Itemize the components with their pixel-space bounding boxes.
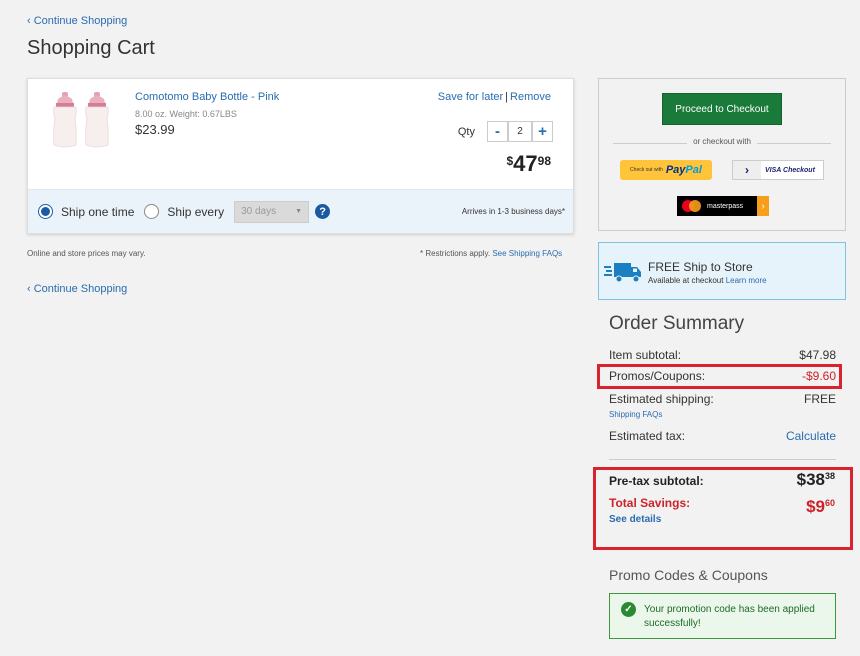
paypal-logo-pal: Pal <box>685 164 702 176</box>
help-icon[interactable]: ? <box>315 204 331 219</box>
qty-increase-button[interactable]: + <box>532 121 553 142</box>
shipping-label: Estimated shipping: <box>609 392 714 406</box>
item-subtotal-row: Item subtotal: $47.98 <box>609 348 836 362</box>
restrictions-note: * Restrictions apply. See Shipping FAQs <box>420 249 562 258</box>
arrival-estimate: Arrives in 1-3 business days* <box>461 207 565 216</box>
remove-link[interactable]: Remove <box>510 91 551 103</box>
shipping-value: FREE <box>803 392 836 406</box>
ship-every-radio[interactable] <box>144 204 160 219</box>
tax-row: Estimated tax: Calculate <box>609 429 836 443</box>
proceed-to-checkout-button[interactable]: Proceed to Checkout <box>662 93 782 125</box>
pretax-highlight-box <box>593 467 853 550</box>
ship-to-store-title: FREE Ship to Store <box>648 260 753 274</box>
calculate-tax-link[interactable]: Calculate <box>786 429 836 443</box>
promo-success-alert: ✓ Your promotion code has been applied s… <box>609 593 836 639</box>
ship-one-time-radio[interactable] <box>38 204 53 219</box>
mastercard-logo-icon <box>682 200 704 212</box>
item-subtotal-label: Item subtotal: <box>609 348 682 362</box>
arrow-right-icon: › <box>757 196 769 216</box>
ship-to-store-subtitle: Available at checkout Learn more <box>648 276 767 285</box>
baby-bottle-icon[interactable] <box>48 91 116 151</box>
shipping-faqs-link[interactable]: See Shipping FAQs <box>492 249 562 258</box>
or-checkout-with: or checkout with <box>599 137 845 146</box>
product-name-link[interactable]: Comotomo Baby Bottle - Pink <box>135 91 279 103</box>
paypal-logo-pay: Pay <box>665 164 686 176</box>
restrictions-text: * Restrictions apply. <box>420 249 491 258</box>
promos-highlight-box <box>597 364 842 389</box>
item-subtotal-value: $47.98 <box>799 348 836 362</box>
product-meta: 8.00 oz. Weight: 0.67LBS <box>135 109 237 119</box>
page-title: Shopping Cart <box>27 37 155 59</box>
line-total-currency: $ <box>506 154 514 168</box>
chevron-right-icon: › <box>733 161 761 179</box>
cart-item-card: Comotomo Baby Bottle - Pink 8.00 oz. Wei… <box>27 78 574 234</box>
checkout-box: Proceed to Checkout or checkout with Che… <box>598 78 846 231</box>
paypal-small-text: Check out with <box>630 167 663 173</box>
item-actions: Save for later | Remove <box>438 91 551 103</box>
summary-divider <box>609 459 836 460</box>
line-total-dollars: 47 <box>513 151 538 176</box>
ship-to-store-available: Available at checkout <box>648 276 724 285</box>
continue-shopping-link-bottom[interactable]: ‹ Continue Shopping <box>27 283 127 295</box>
visa-checkout-button[interactable]: › VISA Checkout <box>732 160 824 180</box>
continue-shopping-link-top[interactable]: ‹ Continue Shopping <box>27 15 127 27</box>
summary-shipping-faqs-link[interactable]: Shipping FAQs <box>609 410 662 419</box>
frequency-select[interactable]: 30 days ▼ <box>234 200 310 223</box>
or-checkout-with-text: or checkout with <box>687 137 757 146</box>
price-disclaimer: Online and store prices may vary. <box>27 249 146 258</box>
line-total-cents: 98 <box>537 154 551 168</box>
shipping-row: Estimated shipping: FREE <box>609 392 836 406</box>
quantity-stepper: Qty - 2 + <box>458 121 553 142</box>
qty-decrease-button[interactable]: - <box>487 121 508 142</box>
promo-success-message: Your promotion code has been applied suc… <box>644 604 815 629</box>
check-circle-icon: ✓ <box>621 602 636 617</box>
masterpass-label: masterpass <box>707 202 744 210</box>
tax-label: Estimated tax: <box>609 429 686 443</box>
ship-every-label[interactable]: Ship every <box>167 205 224 219</box>
truck-icon <box>604 261 644 283</box>
ship-one-time-label[interactable]: Ship one time <box>61 205 134 219</box>
ship-to-store-banner: FREE Ship to Store Available at checkout… <box>598 242 846 300</box>
shipping-frequency-bar: Ship one time Ship every 30 days ▼ ? Arr… <box>28 189 573 233</box>
learn-more-link[interactable]: Learn more <box>726 276 767 285</box>
qty-label: Qty <box>457 125 475 138</box>
promo-codes-title: Promo Codes & Coupons <box>609 567 768 583</box>
qty-input[interactable]: 2 <box>508 121 532 142</box>
chevron-down-icon: ▼ <box>295 208 303 215</box>
line-total: $4798 <box>506 151 551 177</box>
paypal-checkout-button[interactable]: Check out with Pay Pal <box>620 160 712 180</box>
product-unit-price: $23.99 <box>135 122 175 137</box>
frequency-select-value: 30 days <box>241 206 277 217</box>
save-for-later-link[interactable]: Save for later <box>438 91 503 103</box>
visa-checkout-label: VISA Checkout <box>765 166 815 174</box>
order-summary-title: Order Summary <box>609 313 745 334</box>
masterpass-button[interactable]: masterpass › <box>677 196 769 216</box>
actions-separator: | <box>505 91 509 103</box>
